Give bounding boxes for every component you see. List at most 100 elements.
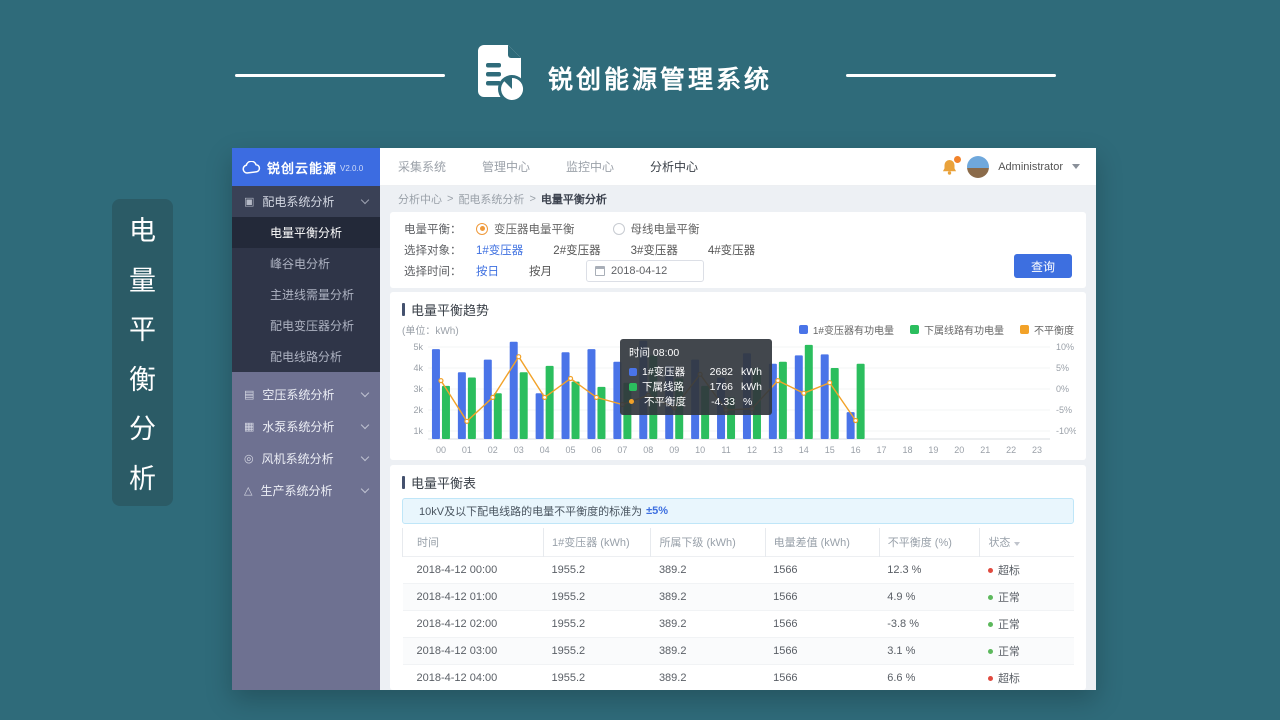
column-header[interactable]: 电量差值 (kWh) bbox=[765, 528, 879, 557]
filter-caret-icon[interactable] bbox=[1014, 542, 1020, 546]
table-panel-title: 电量平衡表 bbox=[402, 473, 1074, 492]
object-option[interactable]: 1#变压器 bbox=[476, 245, 523, 257]
chevron-down-icon bbox=[361, 484, 369, 492]
object-option[interactable]: 4#变压器 bbox=[708, 245, 755, 257]
tooltip-unit: kWh bbox=[741, 381, 762, 393]
vertical-label-char: 量 bbox=[129, 259, 156, 298]
vertical-label-char: 平 bbox=[129, 308, 156, 347]
cell-time: 2018-4-12 00:00 bbox=[403, 557, 544, 584]
column-header-label: 状态 bbox=[988, 537, 1010, 549]
app-logo[interactable]: 锐创云能源 V2.0.0 bbox=[232, 148, 380, 186]
status-dot bbox=[988, 568, 993, 573]
svg-text:23: 23 bbox=[1032, 445, 1042, 455]
object-option[interactable]: 2#变压器 bbox=[553, 245, 600, 257]
radio-option[interactable]: 母线电量平衡 bbox=[613, 221, 700, 237]
legend-item[interactable]: 下属线路有功电量 bbox=[910, 322, 1004, 337]
sidebar-item[interactable]: 配电变压器分析 bbox=[232, 310, 380, 341]
table-row: 2018-4-12 03:001955.2389.215663.1 %正常 bbox=[403, 638, 1075, 665]
table-body: 2018-4-12 00:001955.2389.2156612.3 %超标20… bbox=[403, 557, 1075, 691]
tooltip-row: 1#变压器2682kWh bbox=[629, 364, 763, 379]
user-avatar[interactable] bbox=[967, 156, 989, 178]
chart-unit-label: (单位：kWh) bbox=[402, 322, 459, 337]
topbar-user-cluster: Administrator bbox=[942, 156, 1080, 178]
sidebar-group-power-header[interactable]: ▣ 配电系统分析 bbox=[232, 186, 380, 217]
radio-option[interactable]: 变压器电量平衡 bbox=[476, 221, 575, 237]
status-dot bbox=[988, 595, 993, 600]
sidebar-item[interactable]: 配电线路分析 bbox=[232, 341, 380, 372]
legend-swatch-icon bbox=[1020, 325, 1029, 334]
legend-label: 下属线路有功电量 bbox=[924, 322, 1004, 337]
column-header-label: 不平衡度 (%) bbox=[888, 537, 952, 549]
svg-text:4k: 4k bbox=[413, 363, 423, 373]
column-header[interactable]: 不平衡度 (%) bbox=[879, 528, 980, 557]
cell-difference: 1566 bbox=[765, 611, 879, 638]
chevron-down-icon bbox=[361, 420, 369, 428]
column-header[interactable]: 1#变压器 (kWh) bbox=[544, 528, 651, 557]
cell-status: 正常 bbox=[980, 611, 1074, 638]
legend-item[interactable]: 不平衡度 bbox=[1020, 322, 1074, 337]
cell-transformer: 1955.2 bbox=[544, 665, 651, 691]
svg-text:13: 13 bbox=[773, 445, 783, 455]
sidebar-item[interactable]: 电量平衡分析 bbox=[232, 217, 380, 248]
svg-text:00: 00 bbox=[436, 445, 446, 455]
sidebar-group-label: 水泵系统分析 bbox=[262, 418, 334, 435]
svg-text:03: 03 bbox=[514, 445, 524, 455]
time-option[interactable]: 按月 bbox=[529, 266, 552, 278]
nav-item[interactable]: 采集系统 bbox=[398, 158, 446, 175]
cell-imbalance: 6.6 % bbox=[879, 665, 980, 691]
sidebar-group-power: ▣ 配电系统分析 电量平衡分析峰谷电分析主进线需量分析配电变压器分析配电线路分析 bbox=[232, 186, 380, 372]
nav-item[interactable]: 管理中心 bbox=[482, 158, 530, 175]
cell-transformer: 1955.2 bbox=[544, 638, 651, 665]
table-title: 电量平衡表 bbox=[411, 473, 476, 492]
cell-transformer: 1955.2 bbox=[544, 557, 651, 584]
nav-item[interactable]: 分析中心 bbox=[650, 158, 698, 175]
app-logo-version: V2.0.0 bbox=[340, 164, 363, 173]
column-header[interactable]: 时间 bbox=[403, 528, 544, 557]
cell-transformer: 1955.2 bbox=[544, 584, 651, 611]
breadcrumb-item[interactable]: 分析中心 bbox=[398, 191, 442, 207]
sidebar-group[interactable]: ▤空压系统分析 bbox=[232, 378, 380, 410]
sidebar-group[interactable]: ◎风机系统分析 bbox=[232, 442, 380, 474]
breadcrumb-item[interactable]: 配电系统分析 bbox=[458, 191, 524, 207]
svg-text:2k: 2k bbox=[413, 405, 423, 415]
svg-text:02: 02 bbox=[488, 445, 498, 455]
legend-item[interactable]: 1#变压器有功电量 bbox=[799, 322, 894, 337]
tooltip-rows: 1#变压器2682kWh下属线路1766kWh不平衡度-4.33% bbox=[629, 364, 763, 409]
column-header[interactable]: 所属下级 (kWh) bbox=[651, 528, 765, 557]
svg-text:0%: 0% bbox=[1056, 384, 1069, 394]
notification-bell-icon[interactable] bbox=[942, 158, 958, 175]
sidebar-item[interactable]: 主进线需量分析 bbox=[232, 279, 380, 310]
sidebar-group[interactable]: ▦水泵系统分析 bbox=[232, 410, 380, 442]
svg-text:07: 07 bbox=[617, 445, 627, 455]
svg-text:01: 01 bbox=[462, 445, 472, 455]
sidebar: 锐创云能源 V2.0.0 ▣ 配电系统分析 电量平衡分析峰谷电分析主进线需量分析… bbox=[232, 148, 380, 690]
status-dot bbox=[988, 676, 993, 681]
tooltip-title: 时间 08:00 bbox=[629, 345, 763, 360]
table-row: 2018-4-12 04:001955.2389.215666.6 %超标 bbox=[403, 665, 1075, 691]
time-option[interactable]: 按日 bbox=[476, 266, 499, 278]
tooltip-value: -4.33 bbox=[701, 396, 735, 408]
svg-text:11: 11 bbox=[721, 445, 730, 455]
breadcrumb: 分析中心>配电系统分析>电量平衡分析 bbox=[380, 186, 1096, 212]
tooltip-label: 1#变压器 bbox=[642, 364, 694, 379]
tooltip-unit: % bbox=[743, 396, 752, 408]
sidebar-item[interactable]: 峰谷电分析 bbox=[232, 248, 380, 279]
query-button[interactable]: 查询 bbox=[1014, 254, 1072, 278]
object-option[interactable]: 3#变压器 bbox=[631, 245, 678, 257]
time-label: 选择时间： bbox=[404, 263, 476, 279]
cell-imbalance: -3.8 % bbox=[879, 611, 980, 638]
sidebar-submenu: 电量平衡分析峰谷电分析主进线需量分析配电变压器分析配电线路分析 bbox=[232, 217, 380, 372]
tooltip-label: 不平衡度 bbox=[644, 394, 696, 409]
vertical-label-char: 衡 bbox=[129, 358, 156, 397]
username[interactable]: Administrator bbox=[998, 161, 1063, 173]
sidebar-group[interactable]: △生产系统分析 bbox=[232, 474, 380, 506]
balance-trend-chart[interactable]: 5k10%4k5%3k0%2k-5%1k-10%0001020304050607… bbox=[402, 339, 1074, 470]
user-menu-caret-icon[interactable] bbox=[1072, 164, 1080, 169]
status-text: 正常 bbox=[998, 592, 1020, 604]
chart-tooltip: 时间 08:00 1#变压器2682kWh下属线路1766kWh不平衡度-4.3… bbox=[620, 339, 772, 415]
column-header[interactable]: 状态 bbox=[980, 528, 1074, 557]
nav-item[interactable]: 监控中心 bbox=[566, 158, 614, 175]
radio-option-label: 母线电量平衡 bbox=[631, 221, 700, 237]
date-picker[interactable]: 2018-04-12 bbox=[586, 260, 704, 282]
vertical-label-char: 分 bbox=[129, 407, 156, 446]
